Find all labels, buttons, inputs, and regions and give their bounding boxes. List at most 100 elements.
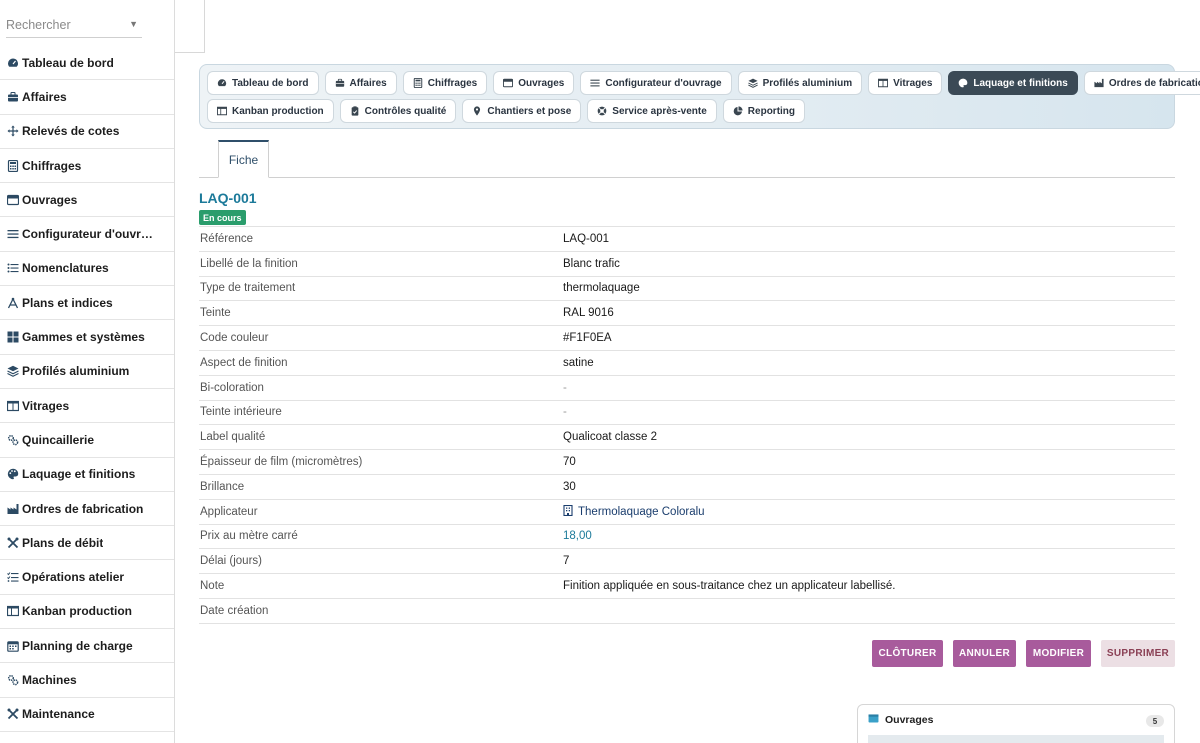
field-row-teinte: Teinte RAL 9016: [199, 301, 1175, 327]
search-select[interactable]: ▼: [6, 14, 142, 38]
module-tab-label: Chantiers et pose: [487, 105, 572, 117]
field-label: Libellé de la finition: [200, 257, 298, 270]
close-record-button[interactable]: CLÔTURER: [872, 640, 943, 667]
field-value[interactable]: 18,00: [563, 530, 592, 542]
sidebar-item-plans-de-debit[interactable]: Plans de débit: [0, 526, 174, 561]
sidebar-item-plans-et-indices[interactable]: Plans et indices: [0, 286, 174, 321]
sidebar-item-releves-de-cotes[interactable]: Relevés de cotes: [0, 115, 174, 149]
field-value: 7: [563, 555, 570, 568]
module-tab-chantiers-et-pose[interactable]: Chantiers et pose: [462, 99, 582, 123]
factory-icon: [1094, 78, 1104, 88]
sidebar-item-tableau-de-bord[interactable]: Tableau de bord: [0, 46, 174, 81]
tab-fiche[interactable]: Fiche: [218, 140, 269, 178]
sidebar-item-label: Tableau de bord: [22, 55, 114, 70]
palette-icon: [6, 468, 19, 481]
sidebar-item-ouvrages[interactable]: Ouvrages: [0, 183, 174, 218]
module-tab-kanban-production[interactable]: Kanban production: [207, 99, 334, 123]
sidebar-item-configurateur-d-ouvr[interactable]: Configurateur d'ouvr…: [0, 217, 174, 252]
field-value[interactable]: Thermolaquage Coloralu: [563, 504, 705, 519]
module-tab-controles-qualite[interactable]: Contrôles qualité: [339, 99, 457, 123]
module-tab-vitrages[interactable]: Vitrages: [868, 71, 943, 95]
field-value: -: [563, 381, 567, 394]
module-tab-label: Chiffrages: [427, 77, 478, 89]
field-value: thermolaquage: [563, 282, 640, 295]
calendar-icon: [6, 639, 19, 652]
detail-tabs: Fiche: [199, 140, 1175, 178]
field-label: Épaisseur de film (micromètres): [200, 456, 363, 469]
gears-icon: [6, 433, 19, 446]
field-value: 70: [563, 456, 576, 469]
module-tab-label: Contrôles qualité: [364, 105, 447, 117]
sidebar-item-profiles-aluminium[interactable]: Profilés aluminium: [0, 355, 174, 389]
module-tab-laquage-et-finitions[interactable]: Laquage et finitions: [948, 71, 1078, 95]
sidebar-item-label: Chiffrages: [22, 158, 82, 173]
sidebar-nav: Tableau de bord Affaires Relevés de cotes C…: [0, 46, 174, 732]
sidebar-item-quincaillerie[interactable]: Quincaillerie: [0, 423, 174, 458]
status-badge: En cours: [199, 210, 246, 225]
cancel-button[interactable]: ANNULER: [953, 640, 1016, 667]
applicator-link[interactable]: Thermolaquage Coloralu: [578, 506, 705, 518]
module-tab-profiles-aluminium[interactable]: Profilés aluminium: [737, 71, 863, 95]
record-title: LAQ-001: [199, 190, 257, 206]
sidebar-item-label: Quincaillerie: [22, 432, 95, 447]
module-tab-label: Affaires: [349, 77, 387, 89]
search-input[interactable]: [6, 14, 126, 36]
kanban-icon: [217, 106, 227, 116]
module-tab-label: Laquage et finitions: [973, 77, 1068, 89]
sidebar-item-kanban-production[interactable]: Kanban production: [0, 595, 174, 630]
edit-button[interactable]: MODIFIER: [1026, 640, 1091, 667]
field-row-prix-au-metre-carre: Prix au mètre carré 18,00: [199, 525, 1175, 550]
calculator-icon: [413, 78, 423, 88]
pie-chart-icon: [733, 106, 743, 116]
delete-button[interactable]: SUPPRIMER: [1101, 640, 1175, 667]
sidebar-item-planning-de-charge[interactable]: Planning de charge: [0, 629, 174, 664]
field-row-label-qualite: Label qualité Qualicoat classe 2: [199, 425, 1175, 451]
module-tabs-panel: Tableau de bord Affaires Chiffrages Ouvrage…: [199, 64, 1200, 129]
field-value: Finition appliquée en sous-traitance che…: [563, 580, 896, 593]
field-label: Aspect de finition: [200, 356, 288, 369]
module-tab-chiffrages[interactable]: Chiffrages: [402, 71, 488, 95]
sidebar-item-gammes-et-systemes[interactable]: Gammes et systèmes: [0, 320, 174, 355]
field-row-reference: Référence LAQ-001: [199, 227, 1175, 252]
module-tab-reporting[interactable]: Reporting: [722, 99, 806, 123]
top-panel: [175, 0, 205, 53]
layers-icon: [747, 78, 758, 88]
lifebuoy-icon: [597, 106, 607, 116]
module-tab-tableau-de-bord[interactable]: Tableau de bord: [207, 71, 319, 95]
module-tab-label: Kanban production: [232, 105, 324, 117]
sidebar-item-label: Kanban production: [22, 604, 132, 619]
sidebar-item-label: Vitrages: [22, 398, 70, 413]
sidebar-item-maintenance[interactable]: Maintenance: [0, 698, 174, 732]
layers-icon: [6, 365, 19, 378]
related-ouvrages-header[interactable]: Ouvrages: [868, 714, 933, 726]
sidebar-item-chiffrages[interactable]: Chiffrages: [0, 149, 174, 184]
sidebar-item-label: Plans et indices: [22, 295, 113, 310]
field-label: Applicateur: [200, 505, 258, 518]
chevron-down-icon[interactable]: ▼: [129, 19, 138, 29]
building-icon: [563, 504, 573, 519]
record-fields: Référence LAQ-001 Libellé de la finition Bl…: [199, 226, 1175, 624]
module-tab-ouvrages[interactable]: Ouvrages: [493, 71, 575, 95]
sidebar-item-laquage-et-finitions[interactable]: Laquage et finitions: [0, 458, 174, 492]
sidebar-item-operations-atelier[interactable]: Opérations atelier: [0, 560, 174, 595]
sidebar-item-label: Affaires: [22, 89, 67, 104]
tasks-icon: [6, 571, 19, 584]
sidebar-item-ordres-de-fabrication[interactable]: Ordres de fabrication: [0, 492, 174, 527]
field-value: Blanc trafic: [563, 257, 620, 270]
module-tab-service-apres-vente[interactable]: Service après-vente: [587, 99, 717, 123]
sidebar-item-label: Configurateur d'ouvr…: [22, 227, 153, 242]
move-arrows-icon: [6, 125, 19, 138]
sidebar-item-affaires[interactable]: Affaires: [0, 80, 174, 115]
sidebar-item-vitrages[interactable]: Vitrages: [0, 389, 174, 424]
field-label: Label qualité: [200, 431, 266, 444]
sidebar-item-label: Machines: [22, 672, 77, 687]
field-row-aspect-de-finition: Aspect de finition satine: [199, 351, 1175, 376]
module-tab-affaires[interactable]: Affaires: [324, 71, 397, 95]
sidebar-item-nomenclatures[interactable]: Nomenclatures: [0, 252, 174, 287]
sidebar-item-label: Ordres de fabrication: [22, 501, 144, 516]
module-tab-configurateur-d-ouvrage[interactable]: Configurateur d'ouvrage: [580, 71, 732, 95]
field-value: -: [563, 406, 567, 419]
sidebar-item-machines[interactable]: Machines: [0, 663, 174, 698]
module-tab-ordres-de-fabrication[interactable]: Ordres de fabrication: [1083, 71, 1200, 95]
gauge-icon: [217, 78, 227, 88]
